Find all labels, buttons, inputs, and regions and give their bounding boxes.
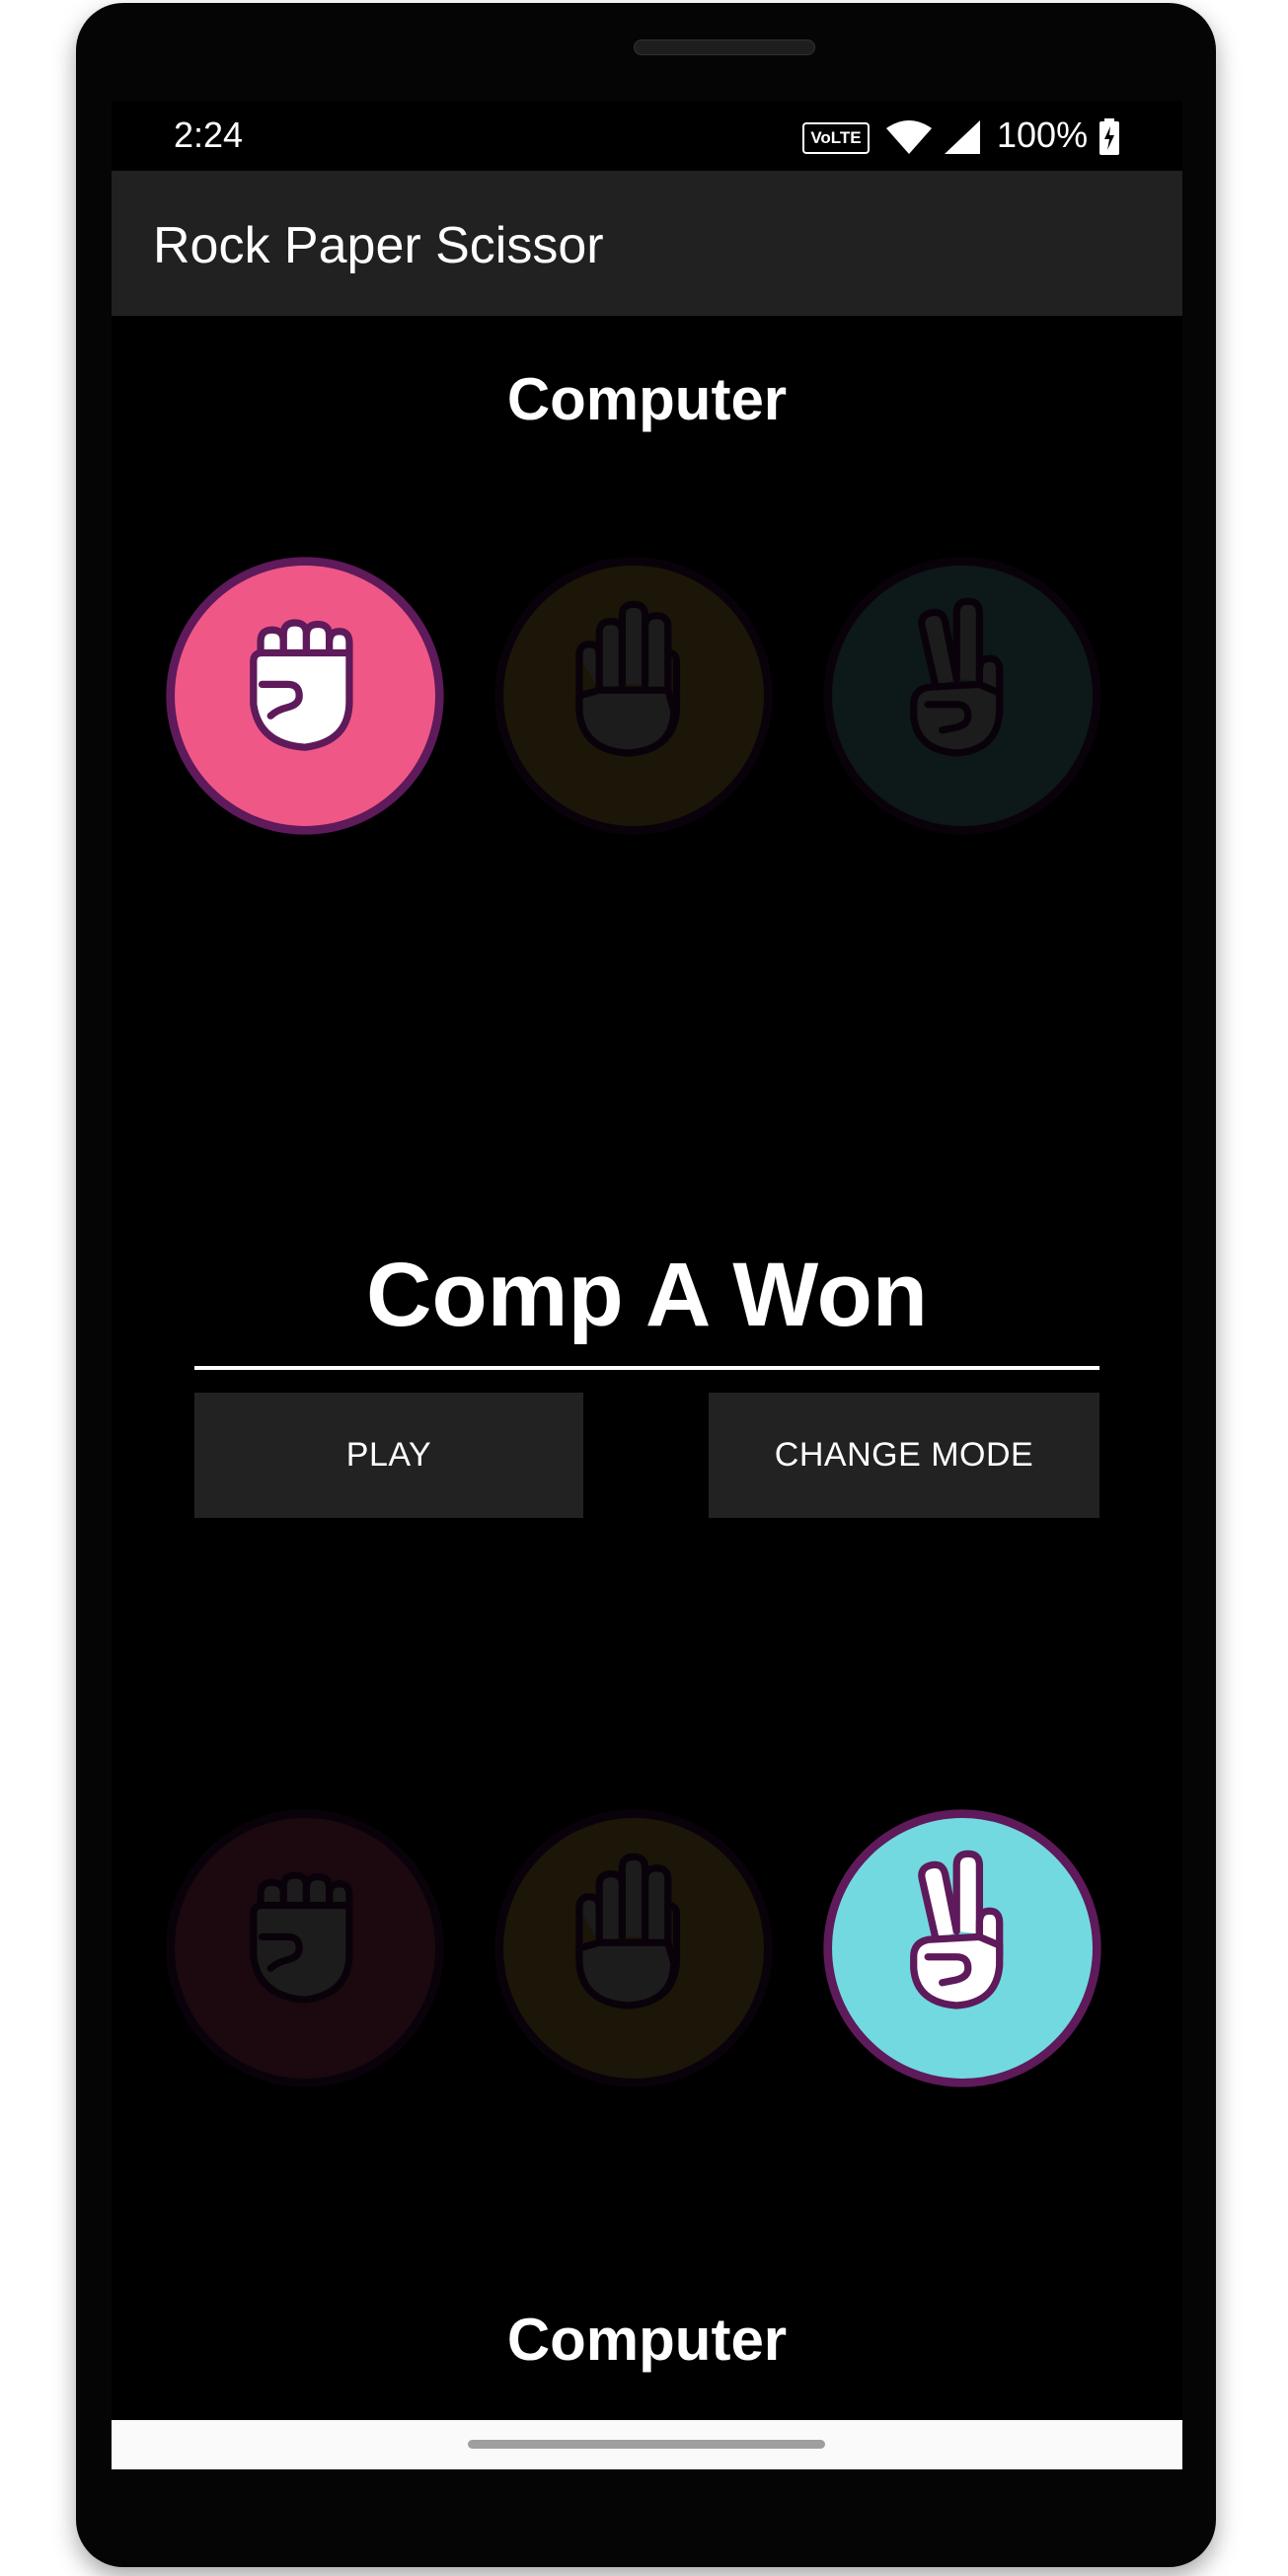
battery-charging-icon xyxy=(1099,118,1120,161)
paper-hand-icon xyxy=(494,1809,773,2087)
rock-fist-icon xyxy=(166,557,444,835)
earpiece-speaker xyxy=(634,39,815,55)
status-bar: 2:24 VoLTE 100% xyxy=(112,101,1182,171)
top-scissors-button[interactable] xyxy=(819,553,1105,839)
bottom-paper-button[interactable] xyxy=(491,1805,777,2091)
signal-icon xyxy=(943,118,982,161)
wifi-icon xyxy=(884,118,934,161)
top-player-label: Computer xyxy=(506,366,788,432)
navigation-bar xyxy=(112,2420,1182,2469)
scissors-hand-icon xyxy=(823,557,1101,835)
paper-hand-icon xyxy=(494,557,773,835)
battery-percentage: 100% xyxy=(997,114,1089,155)
bottom-player-label: Computer xyxy=(506,2307,788,2373)
app-screen: 2:24 VoLTE 100% Rock Paper Scissor Compu… xyxy=(112,101,1182,2469)
bottom-rock-button[interactable] xyxy=(162,1805,448,2091)
bottom-scissors-button[interactable] xyxy=(819,1805,1105,2091)
result-divider xyxy=(194,1366,1099,1370)
status-time: 2:24 xyxy=(174,114,244,155)
result-text: Comp A Won xyxy=(366,1245,928,1345)
app-title: Rock Paper Scissor xyxy=(153,217,604,274)
home-gesture-pill[interactable] xyxy=(468,2440,825,2449)
top-paper-button[interactable] xyxy=(491,553,777,839)
play-button[interactable]: PLAY xyxy=(194,1393,583,1518)
change-mode-button[interactable]: CHANGE MODE xyxy=(709,1393,1099,1518)
top-rock-button[interactable] xyxy=(162,553,448,839)
volte-badge: VoLTE xyxy=(802,122,870,154)
scissors-hand-icon xyxy=(823,1809,1101,2087)
app-bar: Rock Paper Scissor xyxy=(112,171,1182,316)
rock-fist-icon xyxy=(166,1809,444,2087)
